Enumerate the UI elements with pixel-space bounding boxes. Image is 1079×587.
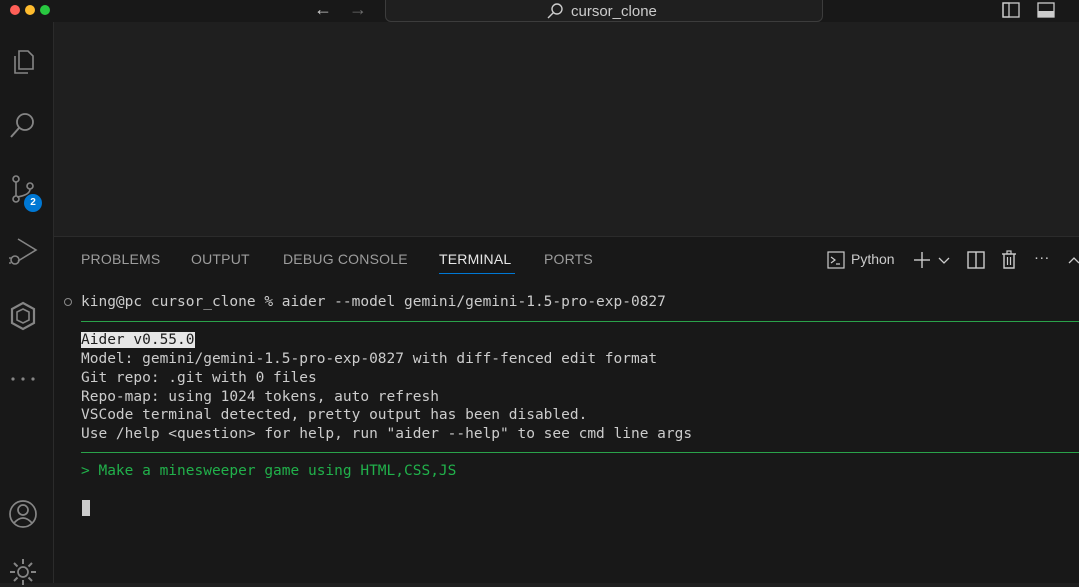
more-icon[interactable]	[8, 364, 38, 394]
editor-area[interactable]	[54, 22, 1079, 236]
terminal-icon	[827, 251, 845, 269]
terminal-output-line: VSCode terminal detected, pretty output …	[81, 407, 588, 423]
toggle-panel-icon[interactable]	[1037, 1, 1055, 19]
terminal-output-line: Model: gemini/gemini-1.5-pro-exp-0827 wi…	[81, 351, 658, 367]
chevron-down-icon[interactable]	[934, 250, 954, 270]
split-terminal-icon[interactable]	[966, 250, 986, 270]
maximize-panel-chevron-up-icon[interactable]	[1064, 250, 1079, 270]
remote-icon[interactable]	[8, 301, 38, 331]
title-bar: ← → cursor_clone	[0, 0, 1079, 22]
search-icon[interactable]	[8, 110, 38, 140]
trash-icon[interactable]	[999, 250, 1019, 270]
tab-terminal[interactable]: TERMINAL	[439, 251, 511, 267]
search-icon	[547, 3, 563, 19]
terminal-cursor[interactable]	[82, 500, 90, 516]
explorer-icon[interactable]	[8, 47, 38, 77]
command-center-search[interactable]: cursor_clone	[385, 0, 823, 22]
toggle-sidebar-icon[interactable]	[1002, 1, 1020, 19]
terminal-separator	[81, 452, 1079, 453]
bottom-panel: PROBLEMS OUTPUT DEBUG CONSOLE TERMINAL P…	[54, 236, 1079, 583]
terminal-profile-label: Python	[851, 251, 895, 267]
terminal-separator	[81, 321, 1079, 322]
command-decoration-icon	[64, 298, 72, 306]
run-debug-icon[interactable]	[8, 236, 38, 266]
maximize-window-button[interactable]	[40, 5, 50, 15]
active-tab-indicator	[439, 273, 515, 274]
terminal-output-line: Git repo: .git with 0 files	[81, 370, 317, 386]
tab-output[interactable]: OUTPUT	[191, 251, 250, 267]
more-actions-icon[interactable]: ···	[1034, 249, 1050, 266]
terminal-command-line: king@pc cursor_clone % aider --model gem…	[81, 294, 666, 310]
minimize-window-button[interactable]	[25, 5, 35, 15]
back-arrow-icon[interactable]: ←	[314, 0, 332, 20]
tab-debug-console[interactable]: DEBUG CONSOLE	[283, 251, 408, 267]
tab-problems[interactable]: PROBLEMS	[81, 251, 160, 267]
aider-prompt-line: > Make a minesweeper game using HTML,CSS…	[81, 463, 457, 479]
account-icon[interactable]	[8, 499, 38, 529]
close-window-button[interactable]	[10, 5, 20, 15]
terminal-output-line: Use /help <question> for help, run "aide…	[81, 426, 693, 442]
terminal-output-line: Aider v0.55.0	[81, 331, 195, 350]
tab-ports[interactable]: PORTS	[544, 251, 593, 267]
terminal-output-line: Repo-map: using 1024 tokens, auto refres…	[81, 389, 439, 405]
source-control-badge: 2	[24, 194, 42, 212]
workspace-name: cursor_clone	[571, 3, 657, 20]
aider-version: Aider v0.55.0	[81, 332, 195, 348]
forward-arrow-icon[interactable]: →	[349, 0, 367, 20]
activity-bar: 2	[0, 22, 54, 585]
new-terminal-plus-icon[interactable]	[912, 250, 932, 270]
